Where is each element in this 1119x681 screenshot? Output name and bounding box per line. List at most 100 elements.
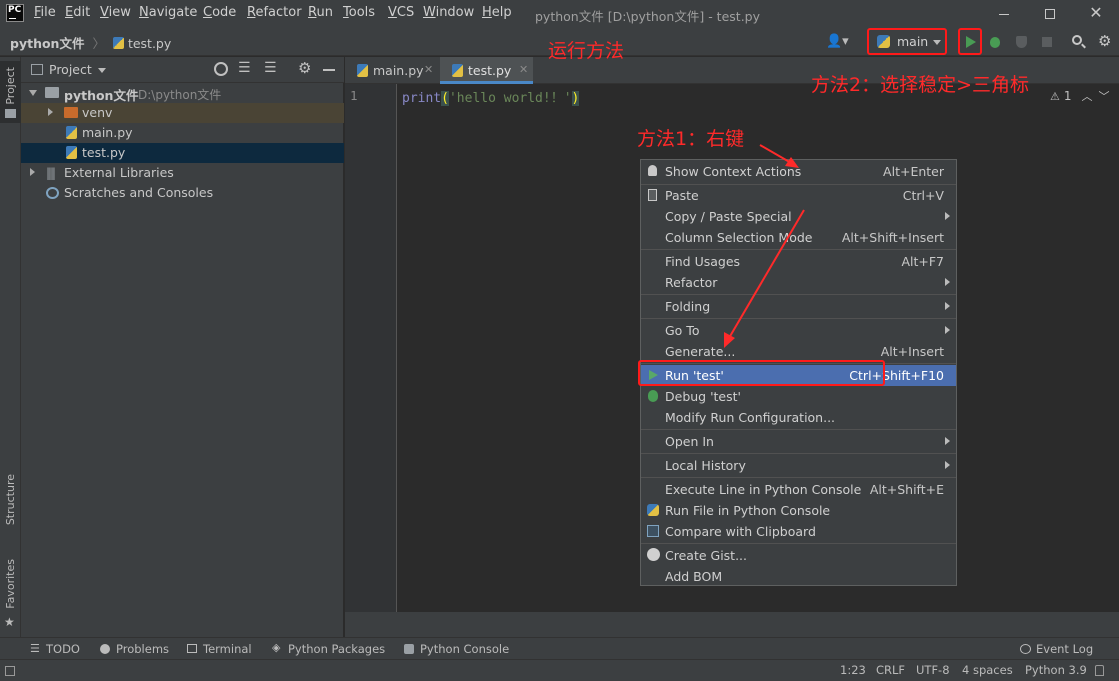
problems-icon [100,644,110,654]
tab-project[interactable]: Project [0,61,21,123]
code-line[interactable]: print('hello world!！') [402,87,580,106]
python-file-icon [66,126,77,139]
menu-separator [641,318,956,319]
menu-go-to[interactable]: Go To [641,320,956,341]
line-separator[interactable]: CRLF [876,663,905,677]
hide-panel-icon[interactable] [323,69,335,71]
caret-position[interactable]: 1:23 [840,663,866,677]
submenu-arrow-icon [945,461,950,469]
collapse-all-icon[interactable]: ☰ [264,60,277,76]
compare-icon [647,525,659,537]
python-file-icon [357,64,368,77]
tab-test-py[interactable]: test.py ✕ [440,57,533,84]
menu-modify-run-configuration[interactable]: Modify Run Configuration... [641,407,956,428]
tree-item-scratches[interactable]: Scratches and Consoles [21,183,344,203]
menu-open-in[interactable]: Open In [641,431,956,452]
settings-gear-icon[interactable]: ⚙ [1098,32,1114,50]
chevron-down-icon[interactable]: ﹀ [1098,90,1109,103]
menu-create-gist[interactable]: Create Gist... [641,545,956,566]
menu-execute-line-in-console[interactable]: Execute Line in Python Console Alt+Shift… [641,479,956,500]
menu-code[interactable]: Code [203,5,236,20]
tab-structure[interactable]: Structure [0,472,21,542]
folder-icon [5,109,16,118]
menu-generate[interactable]: Generate... Alt+Insert [641,341,956,362]
tab-main-py[interactable]: main.py ✕ [345,57,438,84]
folder-icon [45,87,59,98]
annotation-box-run-menu-item [638,360,885,386]
menu-compare-with-clipboard[interactable]: Compare with Clipboard [641,521,956,542]
gear-icon[interactable]: ⚙ [298,59,311,77]
menu-edit[interactable]: Edit [65,5,90,20]
menu-add-bom[interactable]: Add BOM [641,566,956,587]
menu-vcs[interactable]: VCS [388,5,414,20]
python-interpreter[interactable]: Python 3.9 [1025,663,1087,677]
file-encoding[interactable]: UTF-8 [916,663,950,677]
tree-item-main-py[interactable]: main.py [21,123,344,143]
chevron-right-icon [48,108,53,116]
close-icon[interactable]: ✕ [1086,3,1106,23]
menu-copy-paste-special[interactable]: Copy / Paste Special [641,206,956,227]
tree-item-venv[interactable]: venv [21,103,344,123]
chevron-down-icon[interactable] [98,68,106,73]
coverage-button[interactable] [1013,34,1029,50]
close-tab-icon[interactable]: ✕ [424,63,433,76]
expand-all-icon[interactable]: ☰ [238,60,251,76]
annotation-box-run-button [958,28,982,55]
tree-item-external-libraries[interactable]: ‖‖ External Libraries [21,163,344,183]
library-icon: ‖‖ [46,166,56,180]
menu-window[interactable]: Window [423,5,474,20]
search-icon[interactable] [1071,34,1087,50]
debug-button[interactable] [987,34,1003,50]
maximize-icon[interactable] [1040,4,1060,24]
stop-button[interactable] [1039,34,1055,50]
tab-favorites[interactable]: Favorites ★ [0,557,21,632]
tree-item-test-py[interactable]: test.py [21,143,344,163]
status-bar: 1:23 CRLF UTF-8 4 spaces Python 3.9 [0,659,1119,681]
menu-refactor[interactable]: Refactor [247,5,302,20]
menu-separator [641,294,956,295]
close-tab-icon[interactable]: ✕ [519,63,528,76]
breadcrumb-separator-icon: 〉 [92,36,105,51]
submenu-arrow-icon [945,326,950,334]
menu-run[interactable]: Run [308,5,333,20]
breadcrumb: python文件 〉 test.py [10,33,171,51]
warning-icon: ⚠ [1050,90,1060,103]
project-view-select[interactable]: Project [49,62,92,77]
lock-icon[interactable] [1095,665,1104,676]
python-console-icon [404,644,414,654]
inspection-widget[interactable]: ⚠ 1 ︿ ﹀ [1050,88,1109,104]
line-number: 1 [350,88,358,103]
python-file-icon [452,64,463,77]
user-icon[interactable]: 👤▾ [826,34,850,50]
menu-show-context-actions[interactable]: Show Context Actions Alt+Enter [641,161,956,182]
menu-separator [641,429,956,430]
menu-refactor[interactable]: Refactor [641,272,956,293]
menu-column-selection-mode[interactable]: Column Selection Mode Alt+Shift+Insert [641,227,956,248]
window-title: python文件 [D:\python文件] - test.py [535,9,760,24]
left-tool-strip: Project Structure Favorites ★ [0,57,21,637]
menu-local-history[interactable]: Local History [641,455,956,476]
menu-folding[interactable]: Folding [641,296,956,317]
tree-item-project-root[interactable]: python文件 D:\python文件 [21,83,344,103]
menu-paste[interactable]: Paste Ctrl+V [641,185,956,206]
menu-help[interactable]: Help [482,5,512,20]
github-icon [647,548,660,561]
menu-tools[interactable]: Tools [343,5,375,20]
menu-debug-test[interactable]: Debug 'test' [641,386,956,407]
locate-target-icon[interactable] [214,62,228,76]
indent-setting[interactable]: 4 spaces [962,663,1013,677]
menu-run-file-in-console[interactable]: Run File in Python Console [641,500,956,521]
menu-find-usages[interactable]: Find Usages Alt+F7 [641,251,956,272]
menu-separator [641,453,956,454]
lightbulb-icon [648,165,657,176]
chevron-up-icon[interactable]: ︿ [1081,90,1092,103]
menu-file[interactable]: File [34,5,56,20]
hide-sidebar-icon[interactable] [5,666,15,676]
breadcrumb-project[interactable]: python文件 [10,36,84,51]
menu-navigate[interactable]: Navigate [139,5,197,20]
minimize-icon[interactable] [994,4,1014,24]
python-file-icon [66,146,77,159]
bug-icon [990,37,1000,48]
menu-view[interactable]: View [100,5,131,20]
breadcrumb-file[interactable]: test.py [128,36,171,51]
